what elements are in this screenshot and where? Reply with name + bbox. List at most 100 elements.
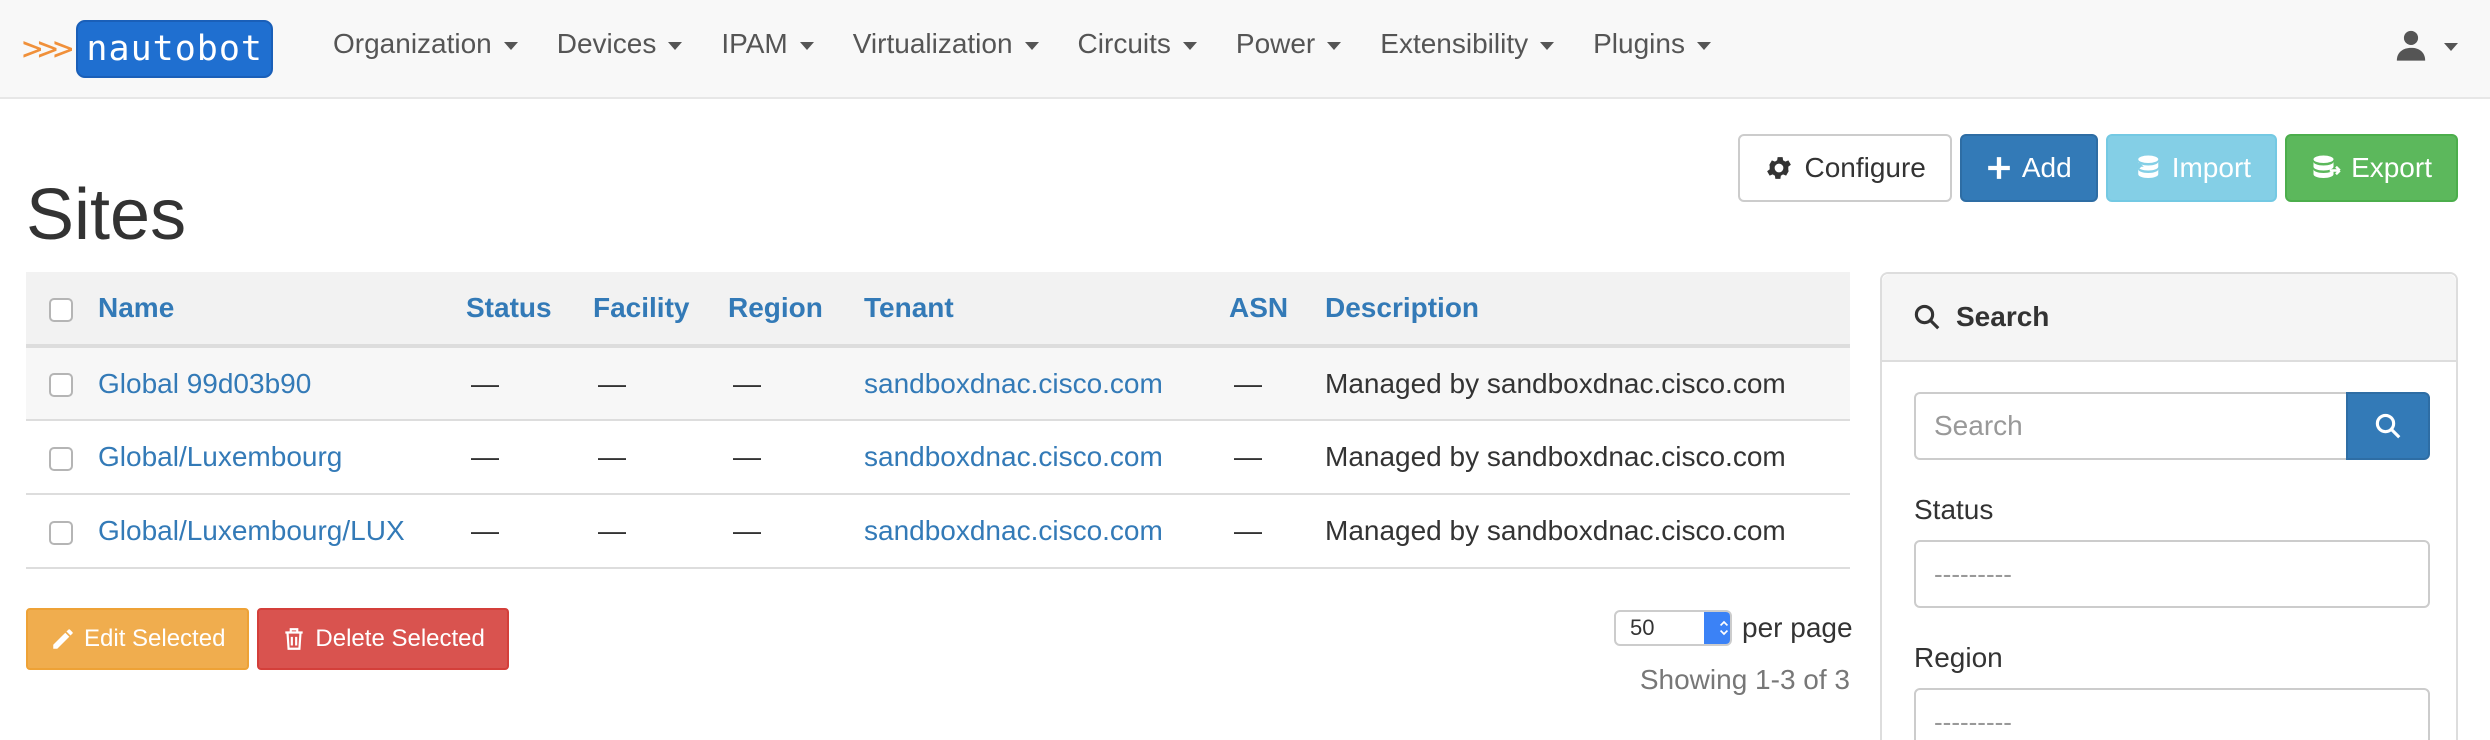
per-page-control: 50 per page: [1614, 610, 1853, 646]
pagination-summary: Showing 1-3 of 3: [1639, 664, 1850, 695]
status-cell: —: [471, 515, 499, 546]
row-select-cell: [26, 494, 98, 568]
column-header-name[interactable]: Name: [98, 272, 466, 346]
tenant-link[interactable]: sandboxdnac.cisco.com: [864, 441, 1163, 472]
row-checkbox[interactable]: [49, 520, 73, 545]
row-select-cell: [26, 420, 98, 494]
status-filter-label: Status: [1914, 494, 1994, 525]
nav-extensibility[interactable]: Extensibility: [1380, 28, 1555, 60]
delete-selected-button[interactable]: Delete Selected: [257, 608, 509, 670]
tenant-cell: sandboxdnac.cisco.com: [864, 420, 1229, 494]
nav-label: Circuits: [1077, 28, 1171, 59]
search-icon: [2375, 413, 2401, 439]
search-icon: [1914, 304, 1940, 330]
description-cell: Managed by sandboxdnac.cisco.com: [1325, 515, 1786, 546]
status-cell: —: [471, 441, 499, 472]
nautobot-logo[interactable]: >>> nautobot: [22, 20, 273, 78]
import-label: Import: [2171, 152, 2252, 183]
caret-down-icon: [1182, 41, 1197, 50]
brand-chevrons: >>>: [22, 29, 73, 69]
page-actions: Configure Add Import Export: [1730, 134, 2458, 202]
per-page-select[interactable]: 50: [1614, 610, 1732, 646]
search-panel-title: Search: [1956, 301, 2050, 332]
import-button[interactable]: Import: [2105, 134, 2278, 202]
nav-devices[interactable]: Devices: [557, 28, 683, 60]
caret-down-icon: [1327, 41, 1342, 50]
facility-cell: —: [598, 515, 626, 546]
column-header-status[interactable]: Status: [466, 272, 593, 346]
region-filter-select[interactable]: ---------: [1914, 688, 2430, 740]
top-navbar: >>> nautobot Organization Devices IPAM V…: [0, 0, 2490, 99]
tenant-cell: sandboxdnac.cisco.com: [864, 346, 1229, 420]
region-cell: —: [733, 515, 761, 546]
column-header-description[interactable]: Description: [1325, 272, 1850, 346]
asn-cell: —: [1234, 515, 1262, 546]
description-cell: Managed by sandboxdnac.cisco.com: [1325, 441, 1786, 472]
nav-circuits[interactable]: Circuits: [1078, 28, 1197, 60]
nav-organization[interactable]: Organization: [333, 28, 518, 60]
caret-down-icon: [1540, 41, 1555, 50]
site-name-link[interactable]: Global 99d03b90: [98, 368, 311, 399]
search-panel-heading: Search: [1882, 274, 2456, 362]
sites-table-container: Name Status Facility Region Tenant ASN D…: [26, 272, 1850, 569]
bulk-actions: Edit Selected Delete Selected: [26, 608, 517, 670]
row-checkbox[interactable]: [49, 373, 73, 398]
table-row: Global/Luxembourg — — — sandboxdnac.cisc…: [26, 420, 1850, 494]
configure-label: Configure: [1804, 152, 1926, 183]
main-nav: Organization Devices IPAM Virtualization…: [333, 0, 1750, 88]
delete-selected-label: Delete Selected: [315, 625, 485, 652]
trash-icon: [285, 628, 304, 650]
nav-power[interactable]: Power: [1235, 28, 1342, 60]
user-menu[interactable]: [2394, 28, 2458, 62]
nav-label: Virtualization: [852, 28, 1013, 59]
status-filter-select[interactable]: ---------: [1914, 540, 2430, 608]
export-label: Export: [2351, 152, 2432, 183]
status-cell: —: [471, 367, 499, 399]
region-cell: —: [733, 441, 761, 472]
select-arrows-icon: [1704, 612, 1730, 644]
table-row: Global/Luxembourg/LUX — — — sandboxdnac.…: [26, 494, 1850, 568]
nav-label: Organization: [333, 28, 492, 59]
facility-cell: —: [598, 367, 626, 399]
pencil-icon: [53, 629, 73, 649]
asn-cell: —: [1234, 367, 1262, 399]
nav-label: Devices: [556, 28, 657, 59]
caret-down-icon: [2444, 42, 2458, 51]
description-cell: Managed by sandboxdnac.cisco.com: [1325, 367, 1786, 399]
site-name-cell: Global 99d03b90: [98, 346, 466, 420]
nav-label: Power: [1235, 28, 1316, 59]
nav-virtualization[interactable]: Virtualization: [853, 28, 1039, 60]
column-header-facility[interactable]: Facility: [593, 272, 728, 346]
search-input[interactable]: [1914, 392, 2346, 460]
column-header-tenant[interactable]: Tenant: [864, 272, 1229, 346]
region-cell: —: [733, 367, 761, 399]
site-name-link[interactable]: Global/Luxembourg: [98, 441, 342, 472]
sites-table: Name Status Facility Region Tenant ASN D…: [26, 272, 1850, 569]
nav-plugins[interactable]: Plugins: [1593, 28, 1711, 60]
caret-down-icon: [668, 41, 683, 50]
site-name-link[interactable]: Global/Luxembourg/LUX: [98, 515, 405, 546]
plus-icon: [1988, 157, 2010, 179]
search-submit-button[interactable]: [2346, 392, 2430, 460]
per-page-label: per page: [1742, 612, 1853, 643]
column-header-asn[interactable]: ASN: [1229, 272, 1325, 346]
region-filter-label: Region: [1914, 642, 2003, 673]
database-export-icon: [2313, 155, 2341, 178]
tenant-link[interactable]: sandboxdnac.cisco.com: [864, 515, 1163, 546]
edit-selected-label: Edit Selected: [84, 625, 226, 652]
column-header-region[interactable]: Region: [728, 272, 864, 346]
tenant-link[interactable]: sandboxdnac.cisco.com: [864, 368, 1163, 399]
caret-down-icon: [1024, 41, 1039, 50]
configure-button[interactable]: Configure: [1738, 134, 1952, 202]
brand-box: nautobot: [76, 20, 273, 78]
export-button[interactable]: Export: [2285, 134, 2458, 202]
edit-selected-button[interactable]: Edit Selected: [26, 608, 250, 670]
select-all-cell: [26, 272, 98, 346]
select-all-checkbox[interactable]: [49, 297, 73, 322]
nav-label: Plugins: [1593, 28, 1685, 59]
search-row: [1914, 392, 2430, 460]
nav-ipam[interactable]: IPAM: [721, 28, 814, 60]
add-button[interactable]: Add: [1959, 134, 2098, 202]
caret-down-icon: [1696, 41, 1711, 50]
row-checkbox[interactable]: [49, 446, 73, 471]
